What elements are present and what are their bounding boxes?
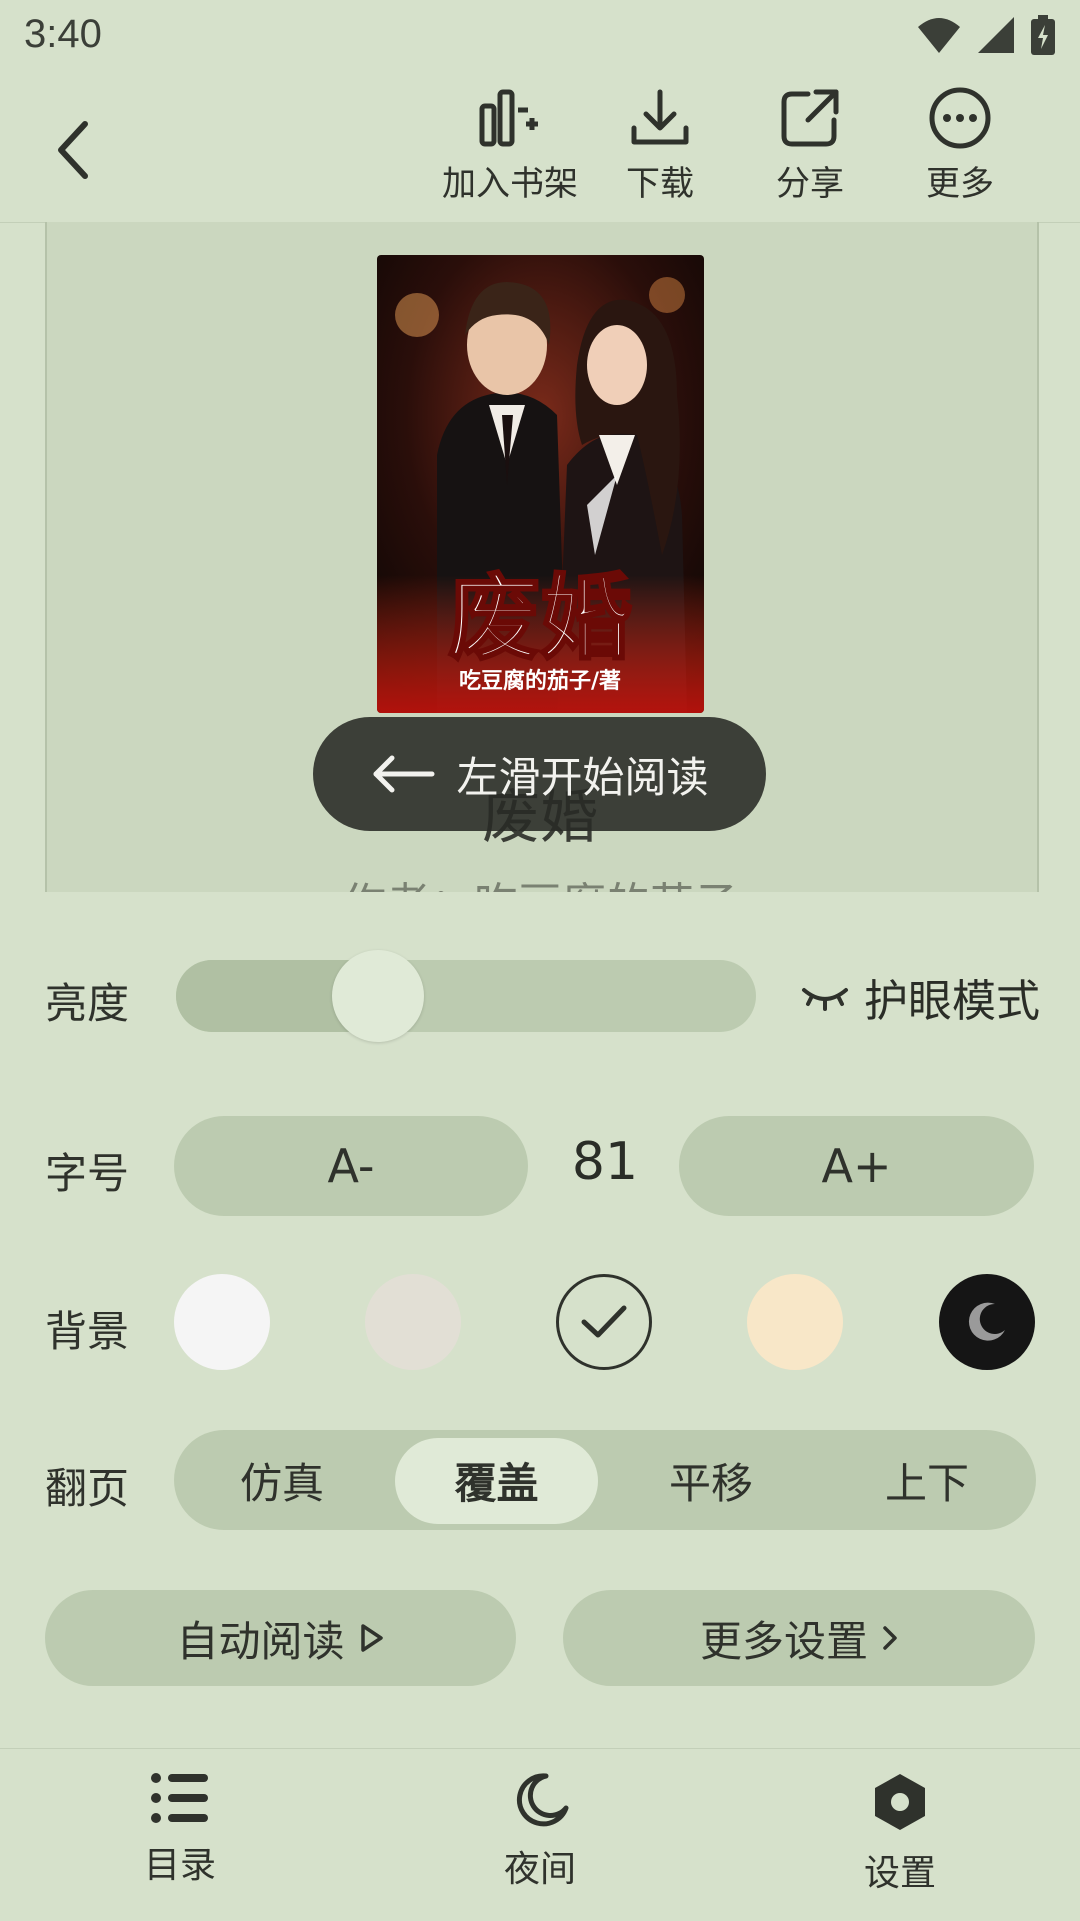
share-icon: [781, 89, 839, 147]
font-size-label: 字号: [45, 1149, 130, 1198]
nav-toc[interactable]: 目录: [80, 1772, 280, 1888]
moon-icon: [516, 1773, 569, 1827]
battery-icon: [1031, 15, 1055, 55]
font-increase-button[interactable]: A+: [679, 1116, 1034, 1216]
wifi-icon: [918, 18, 960, 53]
add-bookshelf-label: 加入书架: [442, 164, 578, 204]
eye-mode-toggle[interactable]: 护眼模式: [800, 965, 1040, 1029]
cover-author: 吃豆腐的茄子/著: [459, 668, 621, 694]
eye-closed-icon: [802, 988, 848, 1011]
cover-title: 废婚: [448, 565, 632, 672]
add-bookshelf-icon: [479, 89, 538, 147]
brightness-slider[interactable]: [176, 960, 756, 1032]
share-button[interactable]: 分享: [735, 86, 885, 206]
font-size-value: 81: [571, 1132, 639, 1192]
arrow-left-icon: [373, 755, 435, 793]
download-icon: [631, 89, 689, 145]
flip-option-simulation[interactable]: 仿真: [174, 1430, 390, 1530]
check-icon: [581, 1305, 627, 1338]
list-icon: [151, 1773, 208, 1823]
status-time: 3:40: [24, 12, 102, 56]
nav-settings[interactable]: 设置: [800, 1772, 1000, 1896]
bg-swatch-green-selected[interactable]: [556, 1274, 652, 1370]
more-icon: [929, 87, 991, 149]
brightness-label: 亮度: [45, 979, 130, 1028]
bg-swatch-beige[interactable]: [365, 1274, 461, 1370]
book-author: 作者：吃豆腐的茄子: [0, 868, 1080, 892]
more-label: 更多: [926, 164, 994, 204]
back-button[interactable]: [38, 110, 108, 190]
more-settings-label: 更多设置: [699, 1616, 868, 1666]
swipe-hint: 左滑开始阅读: [313, 717, 766, 831]
brightness-thumb[interactable]: [331, 950, 424, 1042]
book-cover: 废婚 吃豆腐的茄子/著: [377, 255, 704, 713]
signal-icon: [978, 17, 1014, 53]
nav-toc-label: 目录: [143, 1845, 216, 1886]
download-label: 下载: [626, 164, 694, 204]
nav-night-label: 夜间: [503, 1849, 576, 1890]
bg-swatch-cream[interactable]: [747, 1274, 843, 1370]
flip-option-scroll[interactable]: 上下: [819, 1430, 1035, 1530]
play-outline-icon: [360, 1624, 383, 1652]
flip-option-slide[interactable]: 平移: [603, 1430, 819, 1530]
status-icons: [916, 14, 1056, 56]
page-flip-label: 翻页: [45, 1464, 130, 1513]
swipe-hint-text: 左滑开始阅读: [456, 752, 709, 802]
download-button[interactable]: 下载: [585, 86, 735, 206]
add-bookshelf-button[interactable]: 加入书架: [435, 86, 585, 206]
bg-swatch-night[interactable]: [939, 1274, 1035, 1370]
bg-swatch-white[interactable]: [174, 1274, 270, 1370]
nav-settings-label: 设置: [863, 1853, 936, 1894]
nav-night[interactable]: 夜间: [440, 1772, 640, 1892]
chevron-right-icon: [883, 1626, 897, 1650]
font-decrease-button[interactable]: A-: [174, 1116, 528, 1216]
eye-mode-label: 护眼模式: [864, 976, 1040, 1027]
more-button[interactable]: 更多: [885, 86, 1035, 206]
moon-icon: [968, 1302, 1005, 1341]
share-label: 分享: [776, 164, 844, 204]
chevron-left-icon: [58, 121, 88, 179]
flip-option-cover[interactable]: 覆盖: [390, 1430, 603, 1530]
settings-icon: [875, 1774, 925, 1830]
auto-read-label: 自动阅读: [176, 1616, 345, 1666]
background-label: 背景: [45, 1307, 130, 1356]
auto-read-button[interactable]: 自动阅读: [45, 1590, 516, 1686]
more-settings-button[interactable]: 更多设置: [563, 1590, 1035, 1686]
